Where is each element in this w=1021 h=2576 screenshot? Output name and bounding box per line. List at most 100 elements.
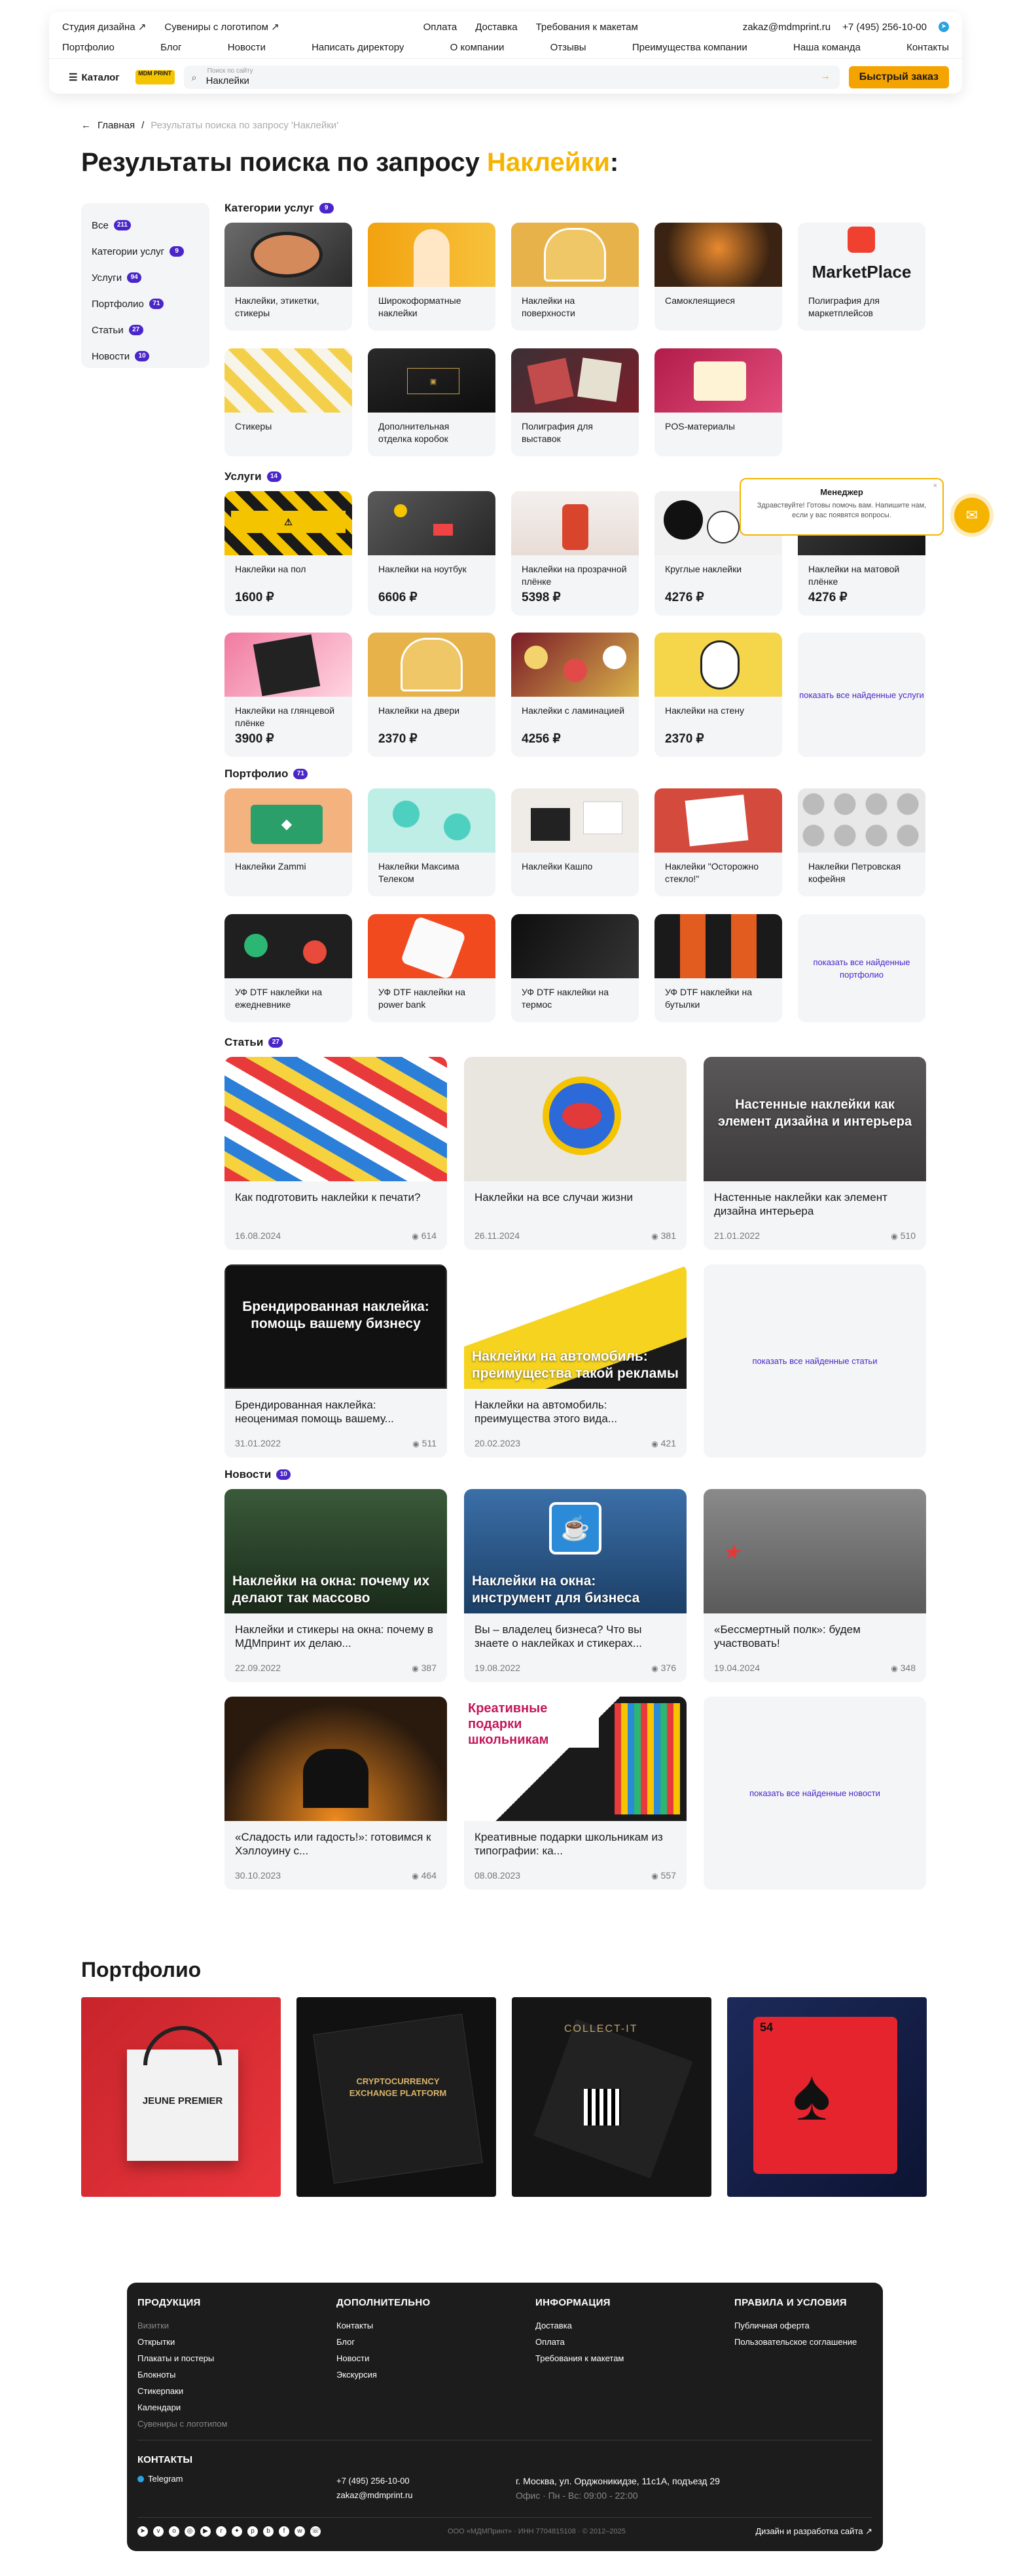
youtube-icon[interactable]: ▶	[200, 2526, 211, 2537]
service-card[interactable]: Наклейки на глянцевой плёнке 3900 ₽	[224, 633, 352, 757]
search-input[interactable]: ⌕ Поиск по сайту Наклейки →	[183, 65, 840, 89]
pinterest-icon[interactable]: p	[247, 2526, 258, 2537]
close-icon[interactable]: ×	[933, 482, 937, 490]
dzen-icon[interactable]: ✦	[232, 2526, 242, 2537]
show-all-articles-link[interactable]: показать все найденные статьи	[704, 1264, 926, 1458]
article-card[interactable]: Как подготовить наклейки к печати? 16.08.…	[224, 1057, 447, 1250]
back-arrow-icon[interactable]: ←	[81, 120, 91, 131]
news-card[interactable]: «Сладость или гадость!»: готовимся к Хэл…	[224, 1697, 447, 1890]
footer-telegram-link[interactable]: Telegram	[137, 2474, 183, 2484]
catalog-button[interactable]: ☰ Каталог	[62, 71, 126, 84]
nav-director[interactable]: Написать директору	[312, 42, 404, 53]
article-card[interactable]: Наклейки на автомобиль: преимущества так…	[464, 1264, 687, 1458]
news-card[interactable]: Наклейки на окна: почему их делают так м…	[224, 1489, 447, 1682]
filter-all[interactable]: Все 211	[92, 212, 199, 238]
filter-portfolio[interactable]: Портфолио 71	[92, 291, 199, 317]
portfolio-image[interactable]: CRYPTOCURRENCY EXCHANGE PLATFORM	[296, 1997, 496, 2197]
portfolio-image[interactable]: JEUNE PREMIER	[81, 1997, 281, 2197]
telegram-icon[interactable]: ➤	[938, 22, 949, 32]
show-all-portfolio-link[interactable]: показать все найденные портфолио	[798, 914, 925, 1022]
footer-link[interactable]: Контакты	[336, 2317, 526, 2334]
category-card[interactable]: MarketPlace Полиграфия для маркетплейсов	[798, 223, 925, 331]
show-all-news-link[interactable]: показать все найденные новости	[704, 1697, 926, 1890]
viber-icon[interactable]: ☏	[310, 2526, 321, 2537]
category-card[interactable]: Широкоформатные наклейки	[368, 223, 495, 331]
nav-advantages[interactable]: Преимущества компании	[632, 42, 747, 53]
filter-categories[interactable]: Категории услуг 9	[92, 238, 199, 265]
nav-blog[interactable]: Блог	[160, 42, 181, 53]
chat-button[interactable]: ✉	[954, 498, 990, 533]
rutube-icon[interactable]: r	[216, 2526, 226, 2537]
footer-link[interactable]: Сувениры с логотипом	[137, 2416, 327, 2432]
service-card[interactable]: Наклейки на прозрачной плёнке 5398 ₽	[511, 491, 639, 616]
article-card[interactable]: Брендированная наклейка: помощь вашему б…	[224, 1264, 447, 1458]
category-card[interactable]: Наклейки на поверхности	[511, 223, 639, 331]
footer-email[interactable]: zakaz@mdmprint.ru	[336, 2488, 413, 2503]
portfolio-card[interactable]: Наклейки Петровская кофейня	[798, 788, 925, 896]
logo[interactable]: MDM PRINT	[135, 70, 175, 84]
portfolio-card[interactable]: УФ DTF наклейки на ежедневнике	[224, 914, 352, 1022]
service-card[interactable]: ⚠ Наклейки на пол 1600 ₽	[224, 491, 352, 616]
footer-link[interactable]: Экскурсия	[336, 2366, 526, 2383]
portfolio-card[interactable]: Наклейки "Осторожно стекло!"	[654, 788, 782, 896]
footer-link[interactable]: Открытки	[137, 2334, 327, 2350]
portfolio-card[interactable]: УФ DTF наклейки на термос	[511, 914, 639, 1022]
footer-link[interactable]: Пользовательское соглашение	[734, 2334, 875, 2350]
service-card[interactable]: Наклейки на стену 2370 ₽	[654, 633, 782, 757]
odnoklassniki-icon[interactable]: o	[169, 2526, 179, 2537]
filter-services[interactable]: Услуги 94	[92, 265, 199, 291]
instagram-icon[interactable]: ◎	[185, 2526, 195, 2537]
nav-contacts[interactable]: Контакты	[906, 42, 949, 53]
telegram-icon[interactable]: ➤	[137, 2526, 148, 2537]
chat-popup[interactable]: Менеджер Здравствуйте! Готовы помочь вам…	[740, 478, 944, 536]
portfolio-image[interactable]: COLLECT-IT	[512, 1997, 711, 2197]
article-card[interactable]: Настенные наклейки как элемент дизайна и…	[704, 1057, 926, 1250]
category-card[interactable]: POS-материалы	[654, 348, 782, 456]
quick-order-button[interactable]: Быстрый заказ	[848, 66, 949, 88]
payment-link[interactable]: Оплата	[423, 22, 457, 33]
footer-link[interactable]: Блог	[336, 2334, 526, 2350]
filter-articles[interactable]: Статьи 27	[92, 317, 199, 343]
footer-link[interactable]: Календари	[137, 2399, 327, 2416]
header-email[interactable]: zakaz@mdmprint.ru	[743, 22, 831, 33]
show-all-services-link[interactable]: показать все найденные услуги	[798, 633, 925, 757]
footer-link[interactable]: Визитки	[137, 2317, 327, 2334]
footer-link[interactable]: Новости	[336, 2350, 526, 2366]
portfolio-card[interactable]: Наклейки Кашпо	[511, 788, 639, 896]
category-card[interactable]: Полиграфия для выставок	[511, 348, 639, 456]
filter-news[interactable]: Новости 10	[92, 343, 199, 369]
portfolio-image[interactable]: ♠ 54	[727, 1997, 927, 2197]
search-submit-icon[interactable]: →	[820, 71, 831, 83]
vk-icon[interactable]: v	[153, 2526, 164, 2537]
whatsapp-icon[interactable]: w	[295, 2526, 305, 2537]
service-card[interactable]: Наклейки на двери 2370 ₽	[368, 633, 495, 757]
news-card[interactable]: ☕ Наклейки на окна: инструмент для бизнес…	[464, 1489, 687, 1682]
portfolio-card[interactable]: УФ DTF наклейки на бутылки	[654, 914, 782, 1022]
behance-icon[interactable]: b	[263, 2526, 274, 2537]
portfolio-card[interactable]: Наклейки Максима Телеком	[368, 788, 495, 896]
nav-reviews[interactable]: Отзывы	[550, 42, 586, 53]
portfolio-card[interactable]: УФ DTF наклейки на power bank	[368, 914, 495, 1022]
service-card[interactable]: Наклейки с ламинацией 4256 ₽	[511, 633, 639, 757]
nav-about[interactable]: О компании	[450, 42, 505, 53]
footer-link[interactable]: Публичная оферта	[734, 2317, 875, 2334]
footer-link[interactable]: Оплата	[535, 2334, 725, 2350]
category-card[interactable]: Наклейки, этикетки, стикеры	[224, 223, 352, 331]
footer-link[interactable]: Доставка	[535, 2317, 725, 2334]
delivery-link[interactable]: Доставка	[475, 22, 517, 33]
breadcrumb-home[interactable]: Главная	[98, 120, 135, 131]
category-card[interactable]: ▣ Дополнительная отделка коробок	[368, 348, 495, 456]
footer-phone[interactable]: +7 (495) 256-10-00	[336, 2474, 413, 2488]
category-card[interactable]: Стикеры	[224, 348, 352, 456]
footer-link[interactable]: Требования к макетам	[535, 2350, 725, 2366]
footer-link[interactable]: Плакаты и постеры	[137, 2350, 327, 2366]
category-card[interactable]: Самоклеящиеся	[654, 223, 782, 331]
souvenirs-link[interactable]: Сувениры с логотипом ↗	[164, 21, 279, 33]
design-studio-link[interactable]: Студия дизайна ↗	[62, 21, 146, 33]
article-card[interactable]: Наклейки на все случаи жизни 26.11.2024 ◉ …	[464, 1057, 687, 1250]
portfolio-card[interactable]: ◆ Наклейки Zammi	[224, 788, 352, 896]
footer-dev-link[interactable]: Дизайн и разработка сайта ↗	[755, 2526, 872, 2537]
news-card[interactable]: ★ «Бессмертный полк»: будем участвовать! 1…	[704, 1489, 926, 1682]
news-card[interactable]: Креативные подарки школьникам Креативные …	[464, 1697, 687, 1890]
footer-link[interactable]: Блокноты	[137, 2366, 327, 2383]
